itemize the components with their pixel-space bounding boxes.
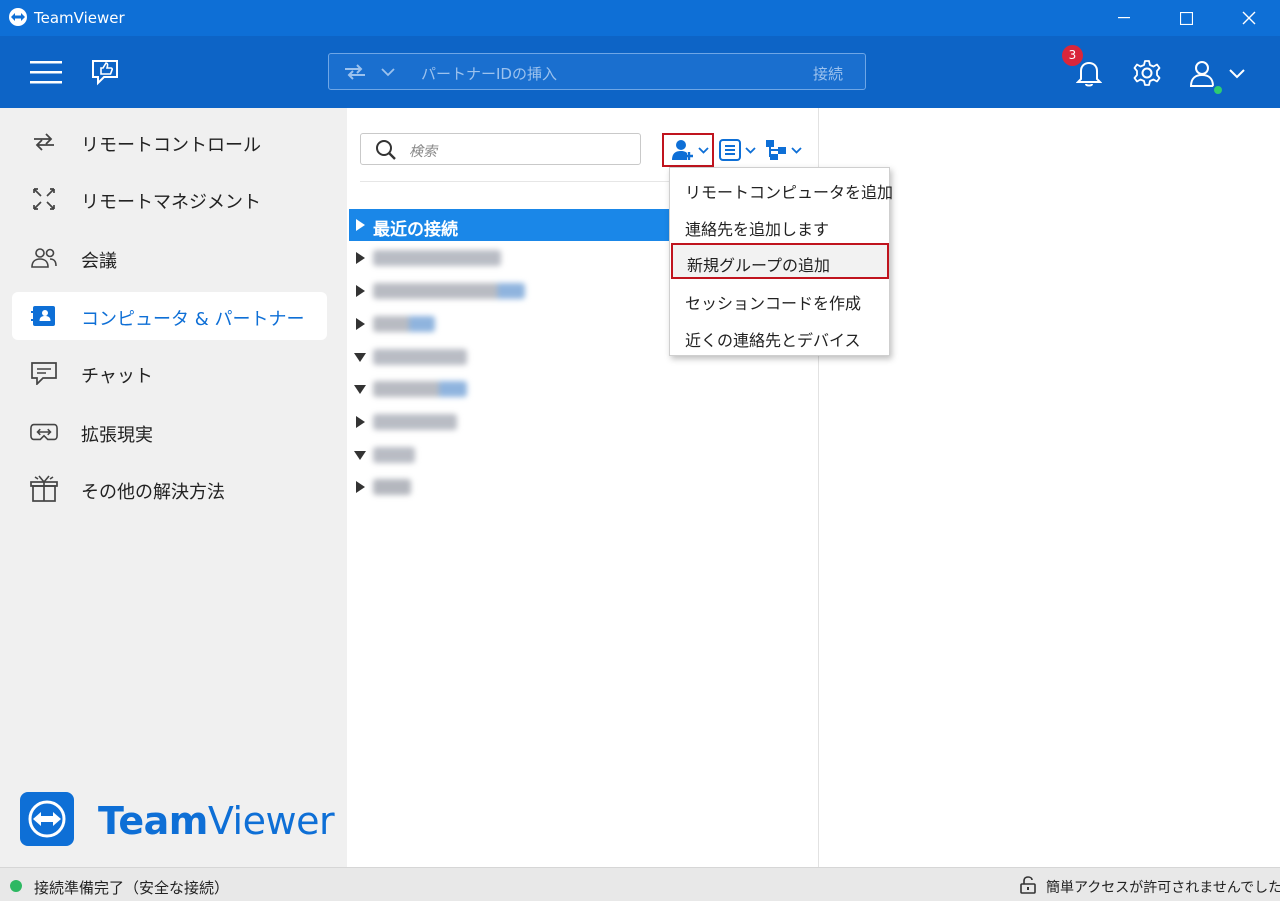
- expand-arrow-icon[interactable]: [356, 219, 365, 231]
- teamviewer-wordmark: TeamViewer: [98, 799, 335, 843]
- view-options-button[interactable]: [719, 133, 761, 167]
- chevron-down-icon: [745, 146, 756, 154]
- settings-gear-icon[interactable]: [1132, 58, 1162, 88]
- sidebar-item-label: リモートマネジメント: [81, 192, 261, 213]
- list-view-icon: [719, 139, 741, 161]
- notification-count-badge: 3: [1062, 45, 1083, 66]
- redacted-label: [373, 447, 415, 463]
- redacted-label: [373, 414, 457, 430]
- tree-group-redacted[interactable]: [349, 406, 819, 438]
- computers-partners-icon: [30, 304, 58, 328]
- tree-group-label: 最近の接続: [373, 220, 458, 240]
- sidebar-item-computers-partners[interactable]: コンピュータ & パートナー: [12, 292, 327, 340]
- close-button[interactable]: [1218, 0, 1280, 36]
- tree-group-redacted[interactable]: [349, 373, 819, 405]
- chevron-down-icon: [791, 146, 802, 154]
- redacted-label: [373, 250, 501, 266]
- search-icon: [376, 140, 396, 160]
- hierarchy-icon: [766, 140, 786, 160]
- chevron-down-icon[interactable]: [381, 68, 395, 77]
- connect-button[interactable]: 接続: [813, 63, 843, 84]
- meeting-icon: [30, 246, 58, 270]
- chat-icon: [30, 361, 58, 385]
- chevron-down-icon: [698, 146, 709, 154]
- expand-arrow-icon[interactable]: [356, 252, 365, 264]
- top-bar: パートナーIDの挿入 接続 3: [0, 36, 1280, 108]
- sidebar-item-augmented-reality[interactable]: 拡張現実: [12, 408, 327, 456]
- connection-mode-icon[interactable]: [343, 64, 367, 80]
- sidebar-item-remote-control[interactable]: リモートコントロール: [12, 118, 327, 166]
- sidebar: リモートコントロール リモートマネジメント 会議 コンピュータ & パートナー …: [0, 108, 347, 867]
- sidebar-item-remote-management[interactable]: リモートマネジメント: [12, 175, 327, 223]
- sidebar-item-label: 拡張現実: [81, 425, 153, 446]
- easy-access-status-text[interactable]: 簡単アクセスが許可されませんでした: [1046, 877, 1280, 897]
- sidebar-item-chat[interactable]: チャット: [12, 349, 327, 397]
- expand-arrow-icon[interactable]: [356, 481, 365, 493]
- hamburger-menu-icon[interactable]: [28, 58, 64, 86]
- expand-arrow-icon[interactable]: [356, 285, 365, 297]
- add-contact-dropdown-menu: リモートコンピュータを追加 連絡先を追加します 新規グループの追加 セッションコ…: [669, 167, 893, 356]
- sidebar-item-label: コンピュータ & パートナー: [81, 309, 305, 330]
- status-bar: 接続準備完了（安全な接続） 簡単アクセスが許可されませんでした: [0, 867, 1280, 901]
- unlock-icon: [1020, 876, 1036, 894]
- online-status-dot: [1212, 84, 1224, 96]
- add-person-icon: [672, 140, 693, 160]
- title-bar: TeamViewer: [0, 0, 1280, 36]
- minimize-button[interactable]: [1093, 0, 1155, 36]
- sidebar-item-other-solutions[interactable]: その他の解決方法: [12, 465, 327, 513]
- redacted-label: [373, 316, 435, 332]
- menu-item-add-new-group[interactable]: 新規グループの追加: [671, 243, 889, 279]
- teamviewer-brand: TeamViewer: [20, 792, 335, 846]
- tree-group-redacted[interactable]: [349, 439, 819, 471]
- add-contact-menu-button[interactable]: [662, 133, 714, 167]
- partner-id-field[interactable]: パートナーIDの挿入 接続: [328, 53, 866, 90]
- collapse-arrow-icon[interactable]: [354, 353, 366, 362]
- collapse-arrow-icon[interactable]: [354, 385, 366, 394]
- connection-status-dot: [10, 880, 22, 892]
- redacted-label: [373, 283, 525, 299]
- maximize-button[interactable]: [1155, 0, 1217, 36]
- connection-status-text: 接続準備完了（安全な接続）: [34, 879, 230, 897]
- menu-item-add-contact[interactable]: 連絡先を追加します: [670, 207, 891, 243]
- redacted-label: [373, 349, 467, 365]
- sidebar-item-meeting[interactable]: 会議: [12, 234, 327, 282]
- gift-icon: [30, 475, 58, 502]
- augmented-reality-icon: [30, 420, 58, 444]
- redacted-label: [373, 381, 467, 397]
- teamviewer-brand-logo-icon: [20, 792, 74, 846]
- expand-arrow-icon[interactable]: [356, 416, 365, 428]
- sidebar-item-label: 会議: [81, 251, 117, 272]
- tree-group-redacted[interactable]: [349, 471, 819, 503]
- teamviewer-logo-icon: [9, 8, 27, 26]
- group-structure-button[interactable]: [765, 133, 807, 167]
- expand-arrow-icon[interactable]: [356, 318, 365, 330]
- remote-control-icon: [30, 130, 58, 154]
- sidebar-item-label: その他の解決方法: [81, 482, 225, 503]
- window-title: TeamViewer: [34, 9, 125, 27]
- menu-item-nearby-contacts-devices[interactable]: 近くの連絡先とデバイス: [670, 318, 891, 354]
- redacted-label: [373, 479, 411, 495]
- menu-item-add-remote-computer[interactable]: リモートコンピュータを追加: [670, 170, 893, 206]
- menu-item-create-session-code[interactable]: セッションコードを作成: [670, 281, 891, 317]
- feedback-thumbs-up-icon[interactable]: [88, 56, 122, 88]
- search-input[interactable]: 検索: [360, 133, 641, 165]
- sidebar-item-label: チャット: [81, 366, 153, 387]
- remote-management-icon: [30, 187, 58, 211]
- partner-id-placeholder: パートナーIDの挿入: [421, 65, 557, 83]
- collapse-arrow-icon[interactable]: [354, 451, 366, 460]
- account-chevron-down-icon[interactable]: [1228, 68, 1246, 80]
- search-placeholder: 検索: [409, 144, 437, 160]
- user-account-icon[interactable]: [1186, 58, 1218, 88]
- sidebar-item-label: リモートコントロール: [81, 135, 261, 156]
